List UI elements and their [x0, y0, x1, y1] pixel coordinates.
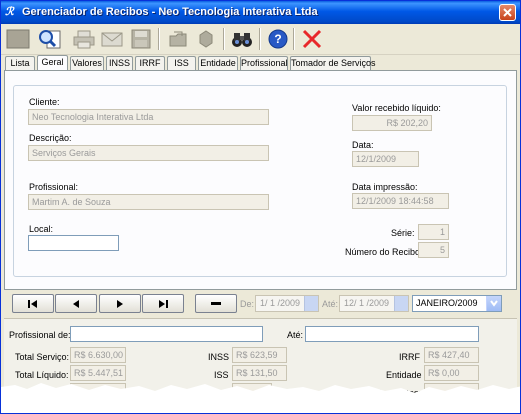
- cancel-button[interactable]: [299, 27, 325, 51]
- profissional-ate-field[interactable]: [305, 326, 479, 342]
- irrf-label: IRRF: [399, 352, 420, 362]
- serie-field[interactable]: 1: [418, 224, 449, 240]
- help-icon: ?: [268, 29, 288, 49]
- title-bar[interactable]: ℛ Gerenciador de Recibos - Neo Tecnologi…: [1, 1, 520, 24]
- serie-label: Série:: [391, 228, 415, 238]
- cliente-field[interactable]: Neo Tecnologia Interativa Ltda: [28, 109, 269, 125]
- receipt-groupbox: Cliente: Neo Tecnologia Interativa Ltda …: [13, 85, 507, 277]
- data-field[interactable]: 12/1/2009: [352, 151, 419, 167]
- cliente-label: Cliente:: [29, 97, 60, 107]
- total-servico-field: R$ 6.630,00: [70, 347, 126, 363]
- descricao-label: Descrição:: [29, 133, 72, 143]
- last-icon: [159, 299, 168, 308]
- local-label: Local:: [29, 224, 54, 234]
- ate-date-label: Até:: [322, 299, 339, 309]
- close-icon: [503, 8, 512, 17]
- new-record-icon: [6, 29, 30, 49]
- previous-record-button[interactable]: [55, 294, 97, 313]
- profissional-label: Profissional:: [29, 182, 79, 192]
- numero-recibo-field[interactable]: 5: [418, 242, 449, 258]
- tab-lista[interactable]: Lista: [5, 56, 35, 70]
- tab-tomador-de-servicos[interactable]: Tomador de Serviços: [290, 56, 376, 70]
- numero-recibo-label: Número do Recibo:: [345, 247, 423, 257]
- profissional-field[interactable]: Martim A. de Souza: [28, 194, 269, 210]
- tab-entidade[interactable]: Entidade: [198, 56, 238, 70]
- ate-date-picker[interactable]: 12/ 1 /2009: [339, 295, 409, 312]
- minus-icon: [211, 301, 221, 305]
- record-navigator: De: 1/ 1 /2009 Até: 12/ 1 /2009 JANEIRO/…: [4, 292, 517, 316]
- previous-icon: [73, 299, 79, 308]
- last-record-button[interactable]: [142, 294, 184, 313]
- local-field[interactable]: [28, 235, 119, 251]
- chevron-down-icon: [304, 296, 318, 311]
- data-impressao-label: Data impressão:: [352, 182, 418, 192]
- descricao-field[interactable]: Serviços Gerais: [28, 145, 269, 161]
- chevron-down-icon: [486, 296, 501, 311]
- toolbar: ?: [1, 24, 520, 55]
- profissional-de-field[interactable]: [70, 326, 263, 342]
- toolbar-separator: [158, 28, 160, 50]
- save-button[interactable]: [128, 27, 154, 51]
- first-record-button[interactable]: [12, 294, 54, 313]
- month-select-value: JANEIRO/2009: [416, 298, 478, 308]
- print-button[interactable]: [71, 27, 97, 51]
- email-button[interactable]: [99, 27, 125, 51]
- svg-text:?: ?: [274, 32, 281, 46]
- close-window-button[interactable]: [499, 4, 516, 21]
- chevron-down-icon: [394, 296, 408, 311]
- tab-geral[interactable]: Geral: [37, 55, 68, 70]
- app-logo-icon: ℛ: [5, 6, 14, 18]
- inss-label: INSS: [208, 352, 230, 362]
- torn-edge-decoration: [1, 383, 520, 413]
- ate-date-value: 12/ 1 /2009: [344, 298, 390, 308]
- envelope-icon: [101, 32, 123, 47]
- de-date-picker[interactable]: 1/ 1 /2009: [255, 295, 319, 312]
- month-select[interactable]: JANEIRO/2009: [412, 295, 502, 312]
- open-folder-button[interactable]: [165, 27, 191, 51]
- printer-icon: [73, 30, 95, 49]
- valor-liquido-label: Valor recebido líquido:: [352, 103, 441, 113]
- help-button[interactable]: ?: [265, 27, 291, 51]
- binoculars-icon: [232, 33, 252, 47]
- data-label: Data:: [352, 140, 374, 150]
- window-title: Gerenciador de Recibos - Neo Tecnologia …: [22, 6, 318, 18]
- irrf-field: R$ 427,40: [424, 347, 479, 363]
- de-date-value: 1/ 1 /2009: [260, 298, 301, 308]
- folder-icon: [169, 31, 187, 47]
- next-record-button[interactable]: [99, 294, 141, 313]
- cancel-icon: [302, 29, 322, 49]
- inss-field: R$ 623,59: [232, 347, 287, 363]
- total-servico-label: Total Serviço:: [15, 352, 70, 362]
- profissional-de-label: Profissional de:: [9, 330, 71, 340]
- floppy-disk-icon: [131, 29, 151, 49]
- search-document-button[interactable]: [37, 27, 63, 51]
- delete-record-button[interactable]: [195, 294, 237, 313]
- data-impressao-field[interactable]: 12/1/2009 18:44:58: [352, 193, 449, 209]
- tab-profissional[interactable]: Profissional: [240, 56, 288, 70]
- tab-irrf[interactable]: IRRF: [135, 56, 165, 70]
- settings-button[interactable]: [193, 27, 219, 51]
- tab-inss[interactable]: INSS: [106, 56, 133, 70]
- first-icon: [28, 299, 37, 308]
- geral-panel: Cliente: Neo Tecnologia Interativa Ltda …: [4, 70, 517, 290]
- toolbar-separator: [293, 28, 295, 50]
- next-icon: [117, 299, 123, 308]
- toolbar-separator: [223, 28, 225, 50]
- find-button[interactable]: [229, 27, 255, 51]
- de-label: De:: [240, 299, 255, 309]
- app-window: ℛ Gerenciador de Recibos - Neo Tecnologi…: [0, 0, 521, 414]
- tab-valores[interactable]: Valores: [70, 56, 104, 70]
- toolbar-separator: [259, 28, 261, 50]
- search-document-icon: [39, 30, 61, 49]
- tab-strip: Lista Geral Valores INSS IRRF ISS Entida…: [1, 55, 520, 70]
- tab-iss[interactable]: ISS: [167, 56, 196, 70]
- valor-liquido-field[interactable]: R$ 202,20: [352, 115, 432, 131]
- new-record-button[interactable]: [5, 27, 31, 51]
- gear-icon: [199, 30, 213, 48]
- profissional-ate-label: Até:: [287, 330, 304, 340]
